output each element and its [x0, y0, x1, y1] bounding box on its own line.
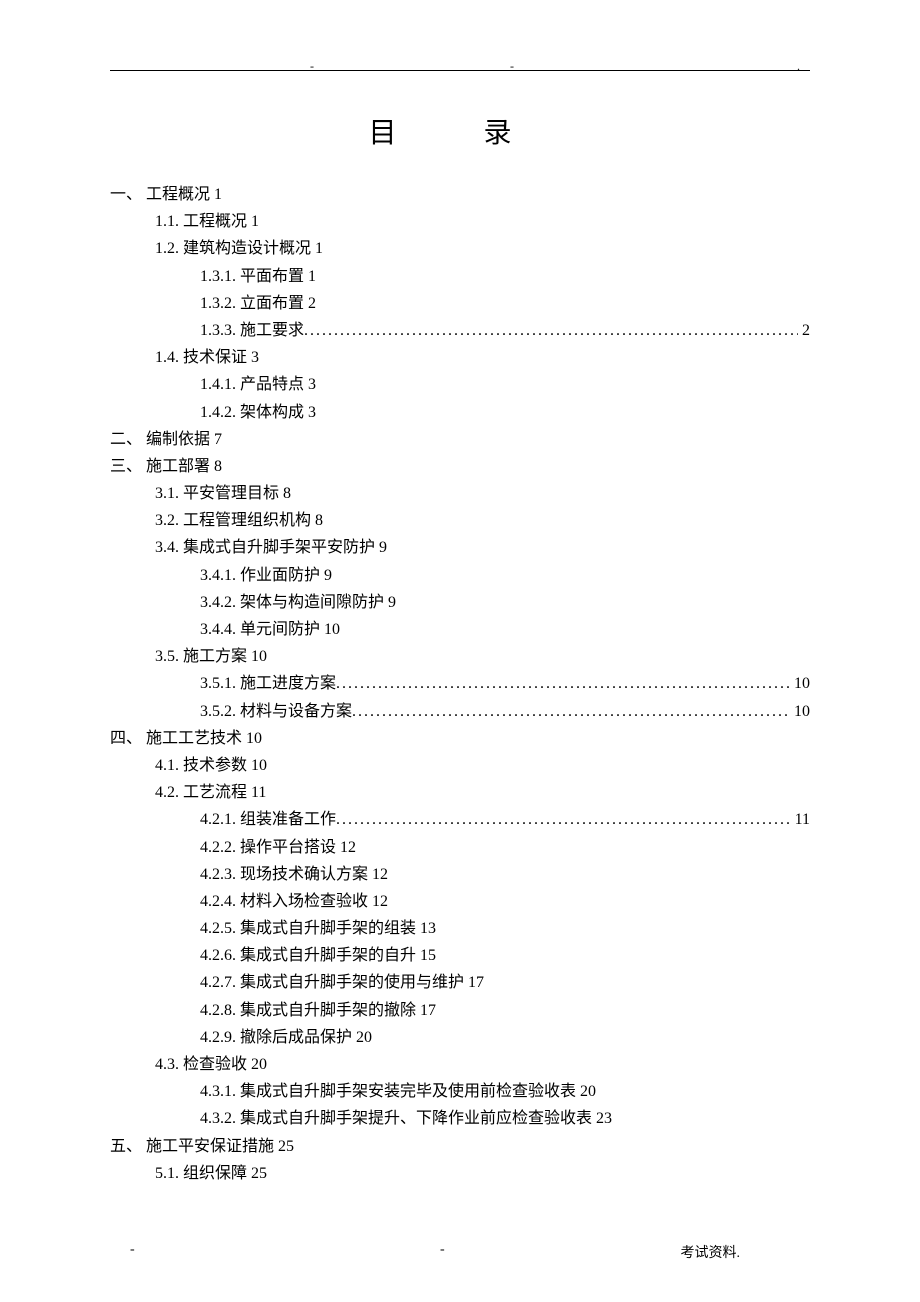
toc-entry: 4.1. 技术参数 10: [155, 752, 810, 779]
toc-dots: [304, 317, 798, 344]
toc-entry: 一、 工程概况 1: [110, 181, 810, 208]
toc-entry: 1.4.1. 产品特点 3: [200, 371, 810, 398]
toc-page-number: 10: [790, 698, 810, 725]
toc-entry: 4.2.7. 集成式自升脚手架的使用与维护 17: [200, 969, 810, 996]
toc-entry: 3.5.2. 材料与设备方案 10: [200, 698, 810, 725]
toc-entry-label: 3.5.1. 施工进度方案: [200, 670, 336, 697]
toc-entry: 五、 施工平安保证措施 25: [110, 1133, 810, 1160]
toc-page-number: 2: [798, 317, 810, 344]
toc-entry: 3.4. 集成式自升脚手架平安防护 9: [155, 534, 810, 561]
toc-dots: [336, 806, 791, 833]
toc-list: 一、 工程概况 11.1. 工程概况 11.2. 建筑构造设计概况 11.3.1…: [110, 181, 810, 1187]
toc-page-number: 11: [791, 806, 810, 833]
toc-entry: 4.2.1. 组装准备工作 11: [200, 806, 810, 833]
toc-entry: 4.2.4. 材料入场检查验收 12: [200, 888, 810, 915]
toc-entry-label: 4.2.1. 组装准备工作: [200, 806, 336, 833]
toc-entry: 1.3.2. 立面布置 2: [200, 290, 810, 317]
toc-entry: 4.2.3. 现场技术确认方案 12: [200, 861, 810, 888]
toc-entry: 3.2. 工程管理组织机构 8: [155, 507, 810, 534]
toc-title: 目 录: [110, 111, 810, 151]
toc-entry: 三、 施工部署 8: [110, 453, 810, 480]
toc-entry: 4.2.5. 集成式自升脚手架的组装 13: [200, 915, 810, 942]
footer-text: 考试资料.: [681, 1242, 741, 1262]
toc-entry: 4.2.8. 集成式自升脚手架的撤除 17: [200, 997, 810, 1024]
toc-entry: 1.3.3. 施工要求 2: [200, 317, 810, 344]
toc-entry: 3.4.4. 单元间防护 10: [200, 616, 810, 643]
toc-entry: 4.2.2. 操作平台搭设 12: [200, 834, 810, 861]
toc-entry: 4.3.1. 集成式自升脚手架安装完毕及使用前检查验收表 20: [200, 1078, 810, 1105]
toc-entry: 四、 施工工艺技术 10: [110, 725, 810, 752]
toc-entry: 1.4. 技术保证 3: [155, 344, 810, 371]
toc-entry-label: 3.5.2. 材料与设备方案: [200, 698, 352, 725]
toc-entry: 3.5.1. 施工进度方案 10: [200, 670, 810, 697]
toc-entry: 1.2. 建筑构造设计概况 1: [155, 235, 810, 262]
toc-entry: 二、 编制依据 7: [110, 426, 810, 453]
toc-dots: [352, 698, 790, 725]
toc-entry: 4.2.9. 撤除后成品保护 20: [200, 1024, 810, 1051]
toc-entry: 5.1. 组织保障 25: [155, 1160, 810, 1187]
toc-entry: 3.5. 施工方案 10: [155, 643, 810, 670]
toc-entry: 4.2. 工艺流程 11: [155, 779, 810, 806]
toc-entry: 1.3.1. 平面布置 1: [200, 263, 810, 290]
header-rule: -: [110, 70, 810, 71]
toc-entry: 3.1. 平安管理目标 8: [155, 480, 810, 507]
toc-entry: 3.4.1. 作业面防护 9: [200, 562, 810, 589]
toc-page-number: 10: [790, 670, 810, 697]
toc-dots: [336, 670, 790, 697]
toc-entry: 3.4.2. 架体与构造间隙防护 9: [200, 589, 810, 616]
toc-entry: 4.2.6. 集成式自升脚手架的自升 15: [200, 942, 810, 969]
toc-entry-label: 1.3.3. 施工要求: [200, 317, 304, 344]
toc-entry: 1.4.2. 架体构成 3: [200, 399, 810, 426]
toc-entry: 1.1. 工程概况 1: [155, 208, 810, 235]
toc-entry: 4.3.2. 集成式自升脚手架提升、下降作业前应检查验收表 23: [200, 1105, 810, 1132]
toc-entry: 4.3. 检查验收 20: [155, 1051, 810, 1078]
